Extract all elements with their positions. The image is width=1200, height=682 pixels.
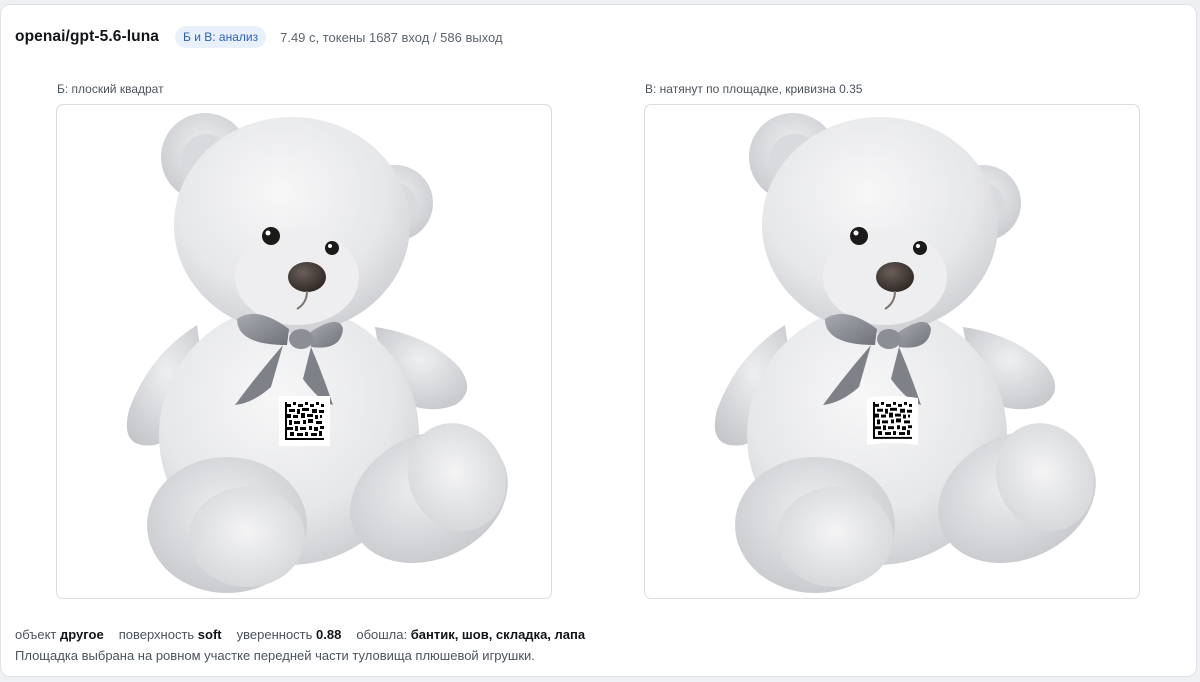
card-header: openai/gpt-5.6-luna Б и В: анализ 7.49 с… [15,25,503,49]
analysis-fields: объект другое поверхность soft увереннос… [15,626,600,644]
timing-tokens-meta: 7.49 с, токены 1687 вход / 586 выход [280,29,503,45]
image-frame [644,104,1140,599]
surface-value: soft [197,627,222,642]
analysis-footer: объект другое поверхность soft увереннос… [15,626,600,665]
object-value: другое [60,627,104,642]
panel-caption: В: натянут по площадке, кривизна 0.35 [645,82,863,96]
avoided-value: бантик, шов, складка, лапа [410,627,586,642]
confidence-field: уверенность 0.88 [236,627,342,642]
datamatrix-code [867,396,918,445]
analysis-badge: Б и В: анализ [175,26,267,48]
teddy-bear-image [125,112,531,594]
avoided-field: обошла: бантик, шов, складка, лапа [356,627,586,642]
panel-stretched-curvature: В: натянут по площадке, кривизна 0.35 [644,81,1140,599]
image-frame [56,104,552,599]
teddy-bear-image [713,112,1119,594]
panel-caption: Б: плоский квадрат [57,82,164,96]
result-card: openai/gpt-5.6-luna Б и В: анализ 7.49 с… [0,4,1197,677]
model-name: openai/gpt-5.6-luna [15,28,159,45]
panel-flat-square: Б: плоский квадрат [56,81,552,599]
object-field: объект другое [15,627,104,642]
confidence-value: 0.88 [316,627,342,642]
analysis-note: Площадка выбрана на ровном участке перед… [15,648,535,663]
surface-field: поверхность soft [118,627,222,642]
datamatrix-code [279,396,330,446]
